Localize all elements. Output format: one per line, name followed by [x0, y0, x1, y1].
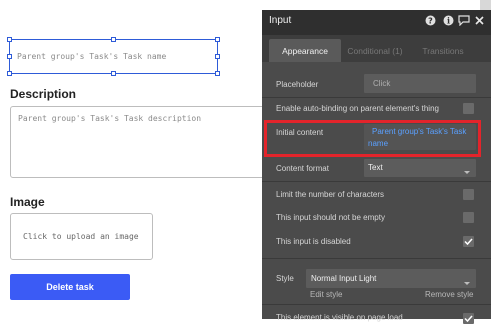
style-value: Normal Input Light — [311, 274, 377, 283]
disabled-checkbox[interactable] — [463, 236, 474, 247]
resize-handle-top-right[interactable] — [215, 37, 220, 42]
svg-text:i: i — [447, 16, 450, 26]
resize-handle-top[interactable] — [111, 37, 116, 42]
style-dropdown[interactable]: Normal Input Light — [306, 269, 476, 288]
delete-task-button[interactable]: Delete task — [10, 274, 130, 300]
comment-icon[interactable] — [458, 15, 470, 27]
svg-text:?: ? — [428, 17, 433, 26]
placeholder-label: Placeholder — [276, 80, 319, 89]
content-format-value: Text — [368, 163, 383, 172]
info-icon[interactable]: i — [443, 15, 454, 26]
help-icon[interactable]: ? — [425, 15, 436, 26]
highlight-box — [264, 120, 481, 157]
placeholder-field[interactable]: Click — [364, 74, 476, 93]
limit-chars-checkbox[interactable] — [463, 189, 474, 200]
image-upload-text: Click to upload an image — [23, 232, 139, 241]
chevron-down-icon — [463, 162, 471, 181]
limit-chars-label: Limit the number of characters — [276, 190, 385, 199]
tab-transitions[interactable]: Transitions — [414, 39, 472, 62]
auto-binding-label: Enable auto-binding on parent element's … — [276, 104, 439, 113]
divider — [262, 181, 491, 182]
remove-style-link[interactable]: Remove style — [425, 290, 473, 299]
checkmark-icon — [464, 238, 473, 246]
close-icon[interactable] — [474, 15, 485, 26]
resize-handle-bottom-left[interactable] — [7, 71, 12, 76]
resize-handle-bottom[interactable] — [111, 71, 116, 76]
tab-appearance[interactable]: Appearance — [269, 39, 341, 62]
divider — [262, 97, 491, 98]
content-format-dropdown[interactable]: Text — [364, 159, 476, 177]
auto-binding-checkbox[interactable] — [463, 103, 474, 114]
tab-conditional[interactable]: Conditional (1) — [343, 39, 407, 62]
task-name-placeholder: Parent group's Task's Task name — [17, 52, 167, 61]
image-uploader[interactable]: Click to upload an image — [10, 213, 153, 260]
edit-style-link[interactable]: Edit style — [310, 290, 342, 299]
content-format-label: Content format — [276, 164, 329, 173]
description-heading: Description — [10, 87, 77, 101]
visible-on-load-label: This element is visible on page load — [276, 313, 403, 322]
resize-handle-top-left[interactable] — [7, 37, 12, 42]
task-name-input[interactable]: Parent group's Task's Task name — [9, 39, 218, 74]
disabled-label: This input is disabled — [276, 237, 351, 246]
description-placeholder: Parent group's Task's Task description — [18, 114, 202, 123]
panel-header[interactable] — [262, 10, 491, 35]
resize-handle-right[interactable] — [215, 54, 220, 59]
not-empty-checkbox[interactable] — [463, 212, 474, 223]
style-label: Style — [276, 274, 294, 283]
image-heading: Image — [10, 195, 45, 209]
divider — [262, 304, 491, 305]
not-empty-label: This input should not be empty — [276, 213, 385, 222]
description-textarea[interactable]: Parent group's Task's Task description — [10, 106, 270, 178]
divider — [262, 258, 491, 259]
panel-title: Input — [269, 15, 292, 26]
background-strip — [480, 0, 491, 10]
resize-handle-bottom-right[interactable] — [215, 71, 220, 76]
resize-handle-left[interactable] — [7, 54, 12, 59]
placeholder-value: Click — [373, 79, 391, 88]
